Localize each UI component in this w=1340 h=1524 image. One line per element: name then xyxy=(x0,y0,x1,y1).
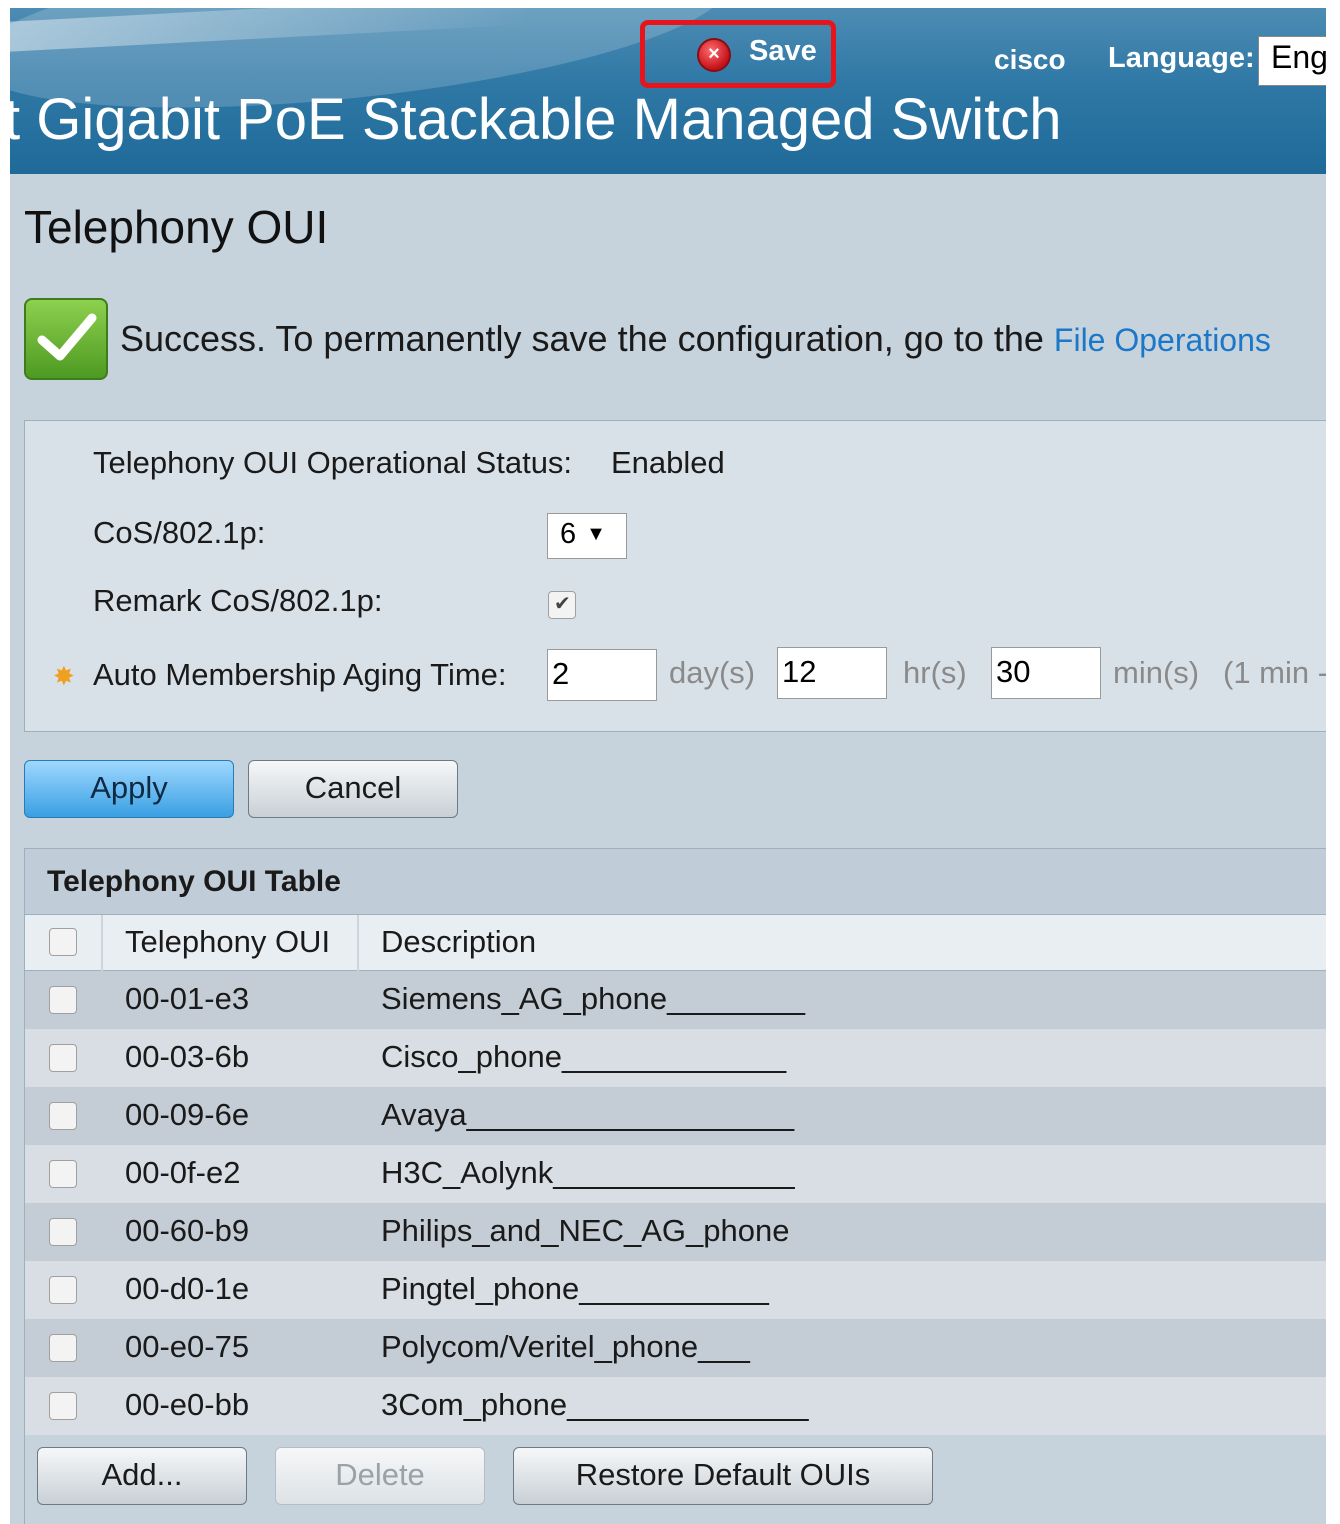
row-checkbox[interactable] xyxy=(49,1218,77,1246)
save-alert-icon: × xyxy=(697,38,731,72)
restore-default-ouis-button[interactable]: Restore Default OUIs xyxy=(513,1447,933,1505)
file-operations-link[interactable]: File Operations xyxy=(1054,322,1271,358)
remark-cos-checkbox[interactable] xyxy=(548,591,576,619)
row-description: H3C_Aolynk______________ xyxy=(381,1155,795,1190)
table-row[interactable]: 00-0f-e2 H3C_Aolynk______________ xyxy=(25,1145,1326,1203)
row-oui: 00-09-6e xyxy=(125,1097,250,1132)
success-message: Success. To permanently save the configu… xyxy=(120,318,1271,360)
row-checkbox[interactable] xyxy=(49,1334,77,1362)
column-divider xyxy=(357,915,359,971)
settings-panel: Telephony OUI Operational Status: Enable… xyxy=(24,420,1326,732)
page-title: Telephony OUI xyxy=(24,201,329,253)
telephony-oui-table: Telephony OUI Table Telephony OUI Descri… xyxy=(24,848,1326,1524)
hours-unit: hr(s) xyxy=(903,655,967,690)
success-check-icon xyxy=(24,298,108,380)
row-description: Avaya___________________ xyxy=(381,1097,795,1132)
aging-days-input[interactable]: 2 xyxy=(547,649,657,701)
row-checkbox[interactable] xyxy=(49,986,77,1014)
row-oui: 00-e0-bb xyxy=(125,1387,250,1422)
range-hint: (1 min - xyxy=(1223,655,1326,690)
table-row[interactable]: 00-60-b9 Philips_and_NEC_AG_phone xyxy=(25,1203,1326,1261)
table-header: Telephony OUI Description xyxy=(25,915,1326,971)
row-description: 3Com_phone______________ xyxy=(381,1387,809,1422)
table-row[interactable]: 00-e0-bb 3Com_phone______________ xyxy=(25,1377,1326,1435)
row-description: Siemens_AG_phone________ xyxy=(381,981,806,1016)
row-oui: 00-03-6b xyxy=(125,1039,250,1074)
save-button[interactable]: × Save xyxy=(640,20,836,88)
column-header-description: Description xyxy=(381,924,537,959)
row-oui: 00-01-e3 xyxy=(125,981,250,1016)
language-select[interactable]: Eng xyxy=(1258,36,1326,86)
add-button[interactable]: Add... xyxy=(37,1447,247,1505)
save-label: Save xyxy=(749,35,817,67)
row-oui: 00-e0-75 xyxy=(125,1329,250,1364)
required-star-icon: ✸ xyxy=(53,661,75,691)
cos-label: CoS/802.1p: xyxy=(93,515,266,550)
row-description: Pingtel_phone___________ xyxy=(381,1271,769,1306)
row-description: Cisco_phone_____________ xyxy=(381,1039,787,1074)
remark-cos-label: Remark CoS/802.1p: xyxy=(93,583,383,618)
table-row[interactable]: 00-01-e3 Siemens_AG_phone________ xyxy=(25,971,1326,1029)
table-row[interactable]: 00-03-6b Cisco_phone_____________ xyxy=(25,1029,1326,1087)
product-title: t Gigabit PoE Stackable Managed Switch xyxy=(10,87,1062,152)
column-header-oui: Telephony OUI xyxy=(125,924,331,959)
row-checkbox[interactable] xyxy=(49,1160,77,1188)
apply-button[interactable]: Apply xyxy=(24,760,234,818)
row-checkbox[interactable] xyxy=(49,1392,77,1420)
brand-label: cisco xyxy=(994,44,1066,75)
days-unit: day(s) xyxy=(669,655,756,690)
row-description: Philips_and_NEC_AG_phone xyxy=(381,1213,790,1248)
table-caption-text: Telephony OUI Table xyxy=(47,865,341,898)
row-checkbox[interactable] xyxy=(49,1276,77,1304)
header-banner: × Save cisco Language: Eng t Gigabit PoE… xyxy=(10,8,1326,174)
aging-time-label: Auto Membership Aging Time: xyxy=(93,657,507,692)
row-checkbox[interactable] xyxy=(49,1102,77,1130)
dropdown-arrow-icon: ▼ xyxy=(586,523,606,545)
cancel-button[interactable]: Cancel xyxy=(248,760,458,818)
aging-minutes-input[interactable]: 30 xyxy=(991,647,1101,699)
cos-select-value: 6 xyxy=(560,518,577,550)
row-oui: 00-d0-1e xyxy=(125,1271,250,1306)
table-row[interactable]: 00-09-6e Avaya___________________ xyxy=(25,1087,1326,1145)
page-frame: × Save cisco Language: Eng t Gigabit PoE… xyxy=(10,8,1326,1524)
success-message-text: Success. To permanently save the configu… xyxy=(120,318,1044,359)
row-oui: 00-60-b9 xyxy=(125,1213,250,1248)
cos-select[interactable]: 6 ▼ xyxy=(547,513,627,559)
operational-status-label: Telephony OUI Operational Status: xyxy=(93,445,573,480)
language-label: Language: xyxy=(1108,42,1255,74)
table-row[interactable]: 00-d0-1e Pingtel_phone___________ xyxy=(25,1261,1326,1319)
aging-hours-input[interactable]: 12 xyxy=(777,647,887,699)
delete-button[interactable]: Delete xyxy=(275,1447,485,1505)
column-divider xyxy=(101,915,103,971)
operational-status-value: Enabled xyxy=(611,445,725,480)
row-description: Polycom/Veritel_phone___ xyxy=(381,1329,750,1364)
row-checkbox[interactable] xyxy=(49,1044,77,1072)
row-oui: 00-0f-e2 xyxy=(125,1155,241,1190)
select-all-checkbox[interactable] xyxy=(49,928,77,956)
table-row[interactable]: 00-e0-75 Polycom/Veritel_phone___ xyxy=(25,1319,1326,1377)
table-footer: Add... Delete Restore Default OUIs xyxy=(25,1437,1326,1524)
table-caption: Telephony OUI Table xyxy=(25,849,1326,915)
minutes-unit: min(s) xyxy=(1113,655,1200,690)
